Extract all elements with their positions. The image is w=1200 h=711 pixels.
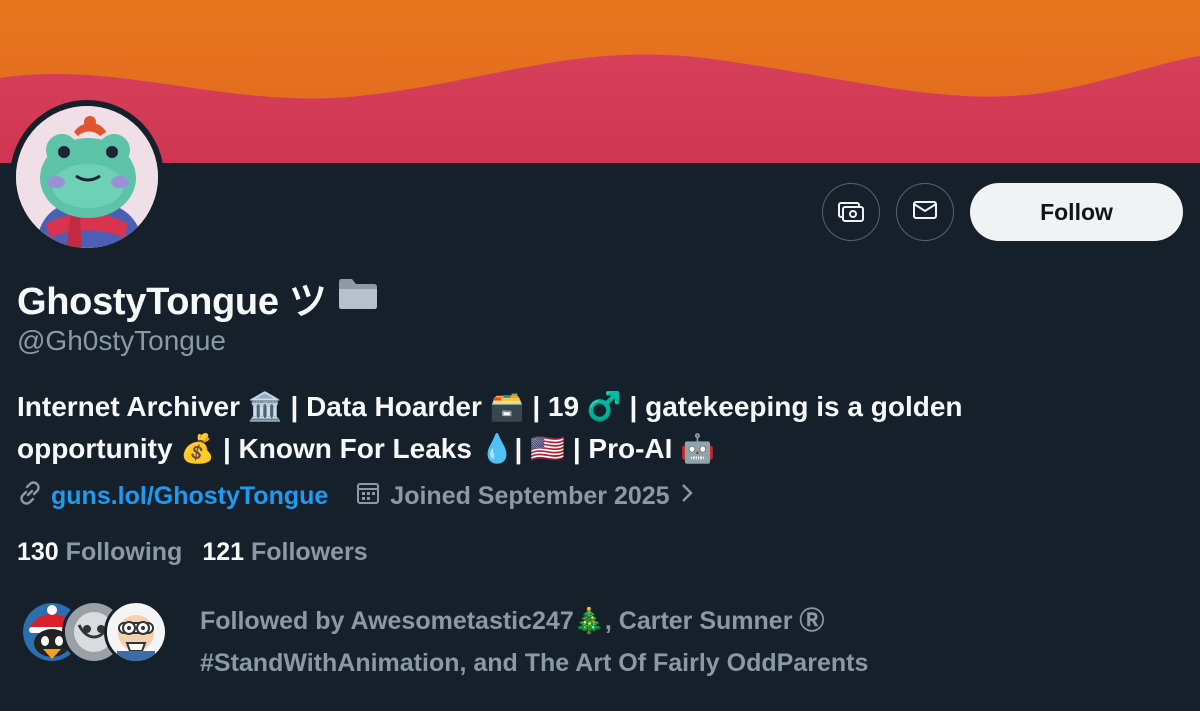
display-name: GhostyTongue ツ: [17, 270, 379, 325]
followers-count-link[interactable]: 121 Followers: [202, 538, 367, 567]
joined-date[interactable]: Joined September 2025: [356, 481, 693, 512]
tip-button[interactable]: [822, 183, 880, 241]
follow-button[interactable]: Follow: [970, 183, 1183, 241]
followers-label: Followers: [250, 538, 368, 566]
follower-avatar: [104, 600, 168, 664]
profile-website-link[interactable]: guns.lol/GhostyTongue: [51, 482, 328, 511]
profile-avatar[interactable]: [10, 100, 164, 254]
joined-text: Joined September 2025: [390, 482, 670, 510]
folder-icon: [337, 276, 379, 320]
envelope-icon: [912, 199, 938, 226]
profile-banner[interactable]: [0, 0, 1200, 163]
followed-by-line: #StandWithAnimation, and The Art Of Fair…: [200, 649, 869, 677]
following-count-link[interactable]: 130 Following: [17, 538, 182, 567]
profile-handle: @Gh0styTongue: [17, 325, 226, 356]
followers-count: 121: [202, 538, 245, 566]
message-button[interactable]: [896, 183, 954, 241]
following-label: Following: [65, 538, 183, 566]
bio-line: opportunity 💰 | Known For Leaks 💧| 🇺🇸 | …: [17, 433, 716, 464]
money-icon: [837, 197, 865, 228]
frog-avatar-image: [16, 106, 158, 248]
bio-line: Internet Archiver 🏛️ | Data Hoarder 🗃️ |…: [17, 391, 963, 422]
display-name-text: GhostyTongue ツ: [17, 281, 327, 323]
chevron-right-icon: [680, 482, 694, 511]
following-count: 130: [17, 538, 59, 566]
followed-by-text[interactable]: Followed by Awesometastic247🎄, Carter Su…: [200, 600, 1180, 684]
followed-by-avatars[interactable]: [20, 600, 168, 664]
link-icon: [17, 480, 43, 513]
followed-by-line: Followed by Awesometastic247🎄, Carter Su…: [200, 607, 825, 635]
calendar-icon: [356, 481, 380, 512]
profile-bio: Internet Archiver 🏛️ | Data Hoarder 🗃️ |…: [17, 386, 1187, 470]
